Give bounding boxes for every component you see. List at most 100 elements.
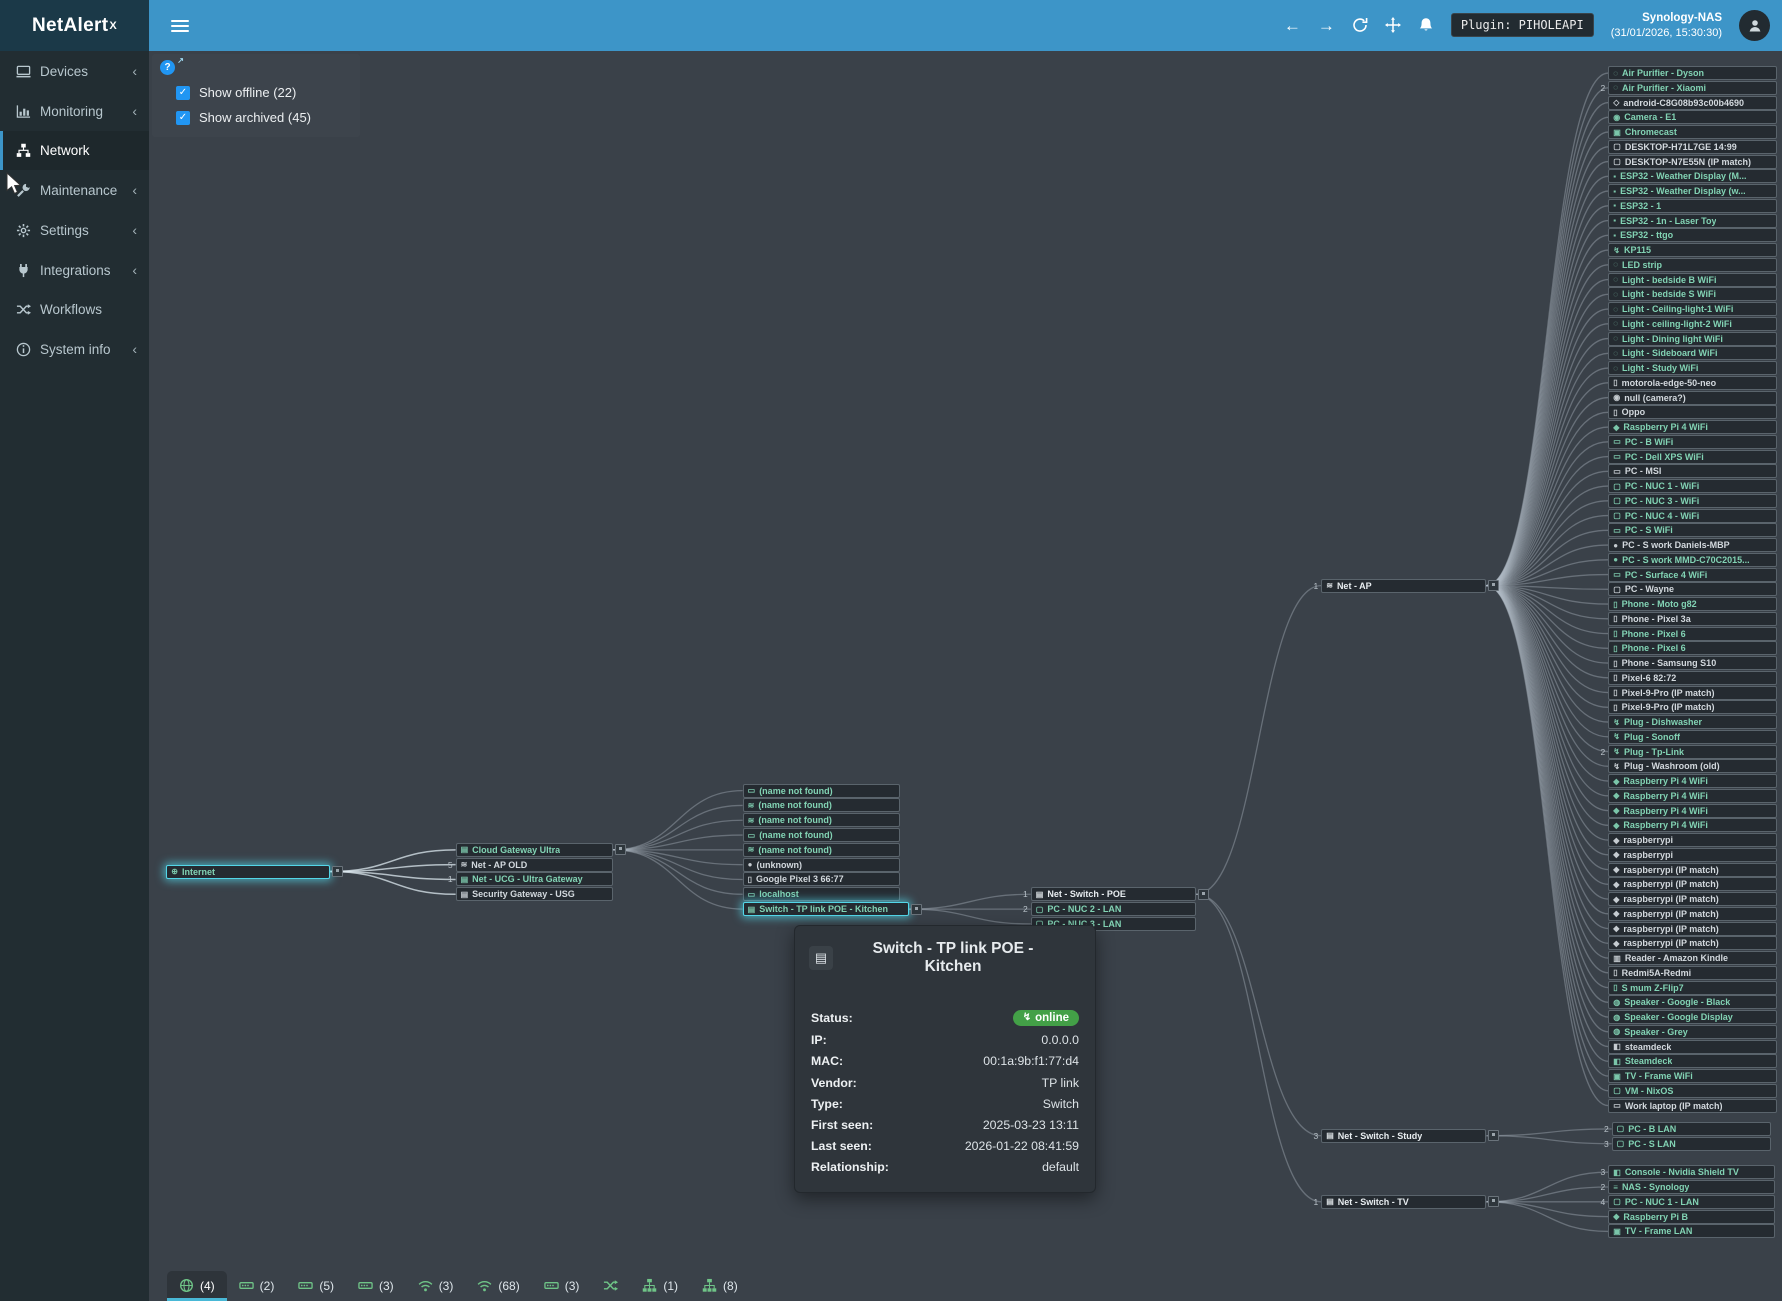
- graph-node-rc29[interactable]: ▢PC - NUC 3 - WiFi: [1608, 494, 1777, 508]
- view-tab-switch-3[interactable]: (3): [346, 1271, 406, 1301]
- graph-node-rc33[interactable]: ●PC - S work MMD-C70C2015...: [1608, 553, 1777, 567]
- graph-node-internet[interactable]: ⊕Internet: [166, 865, 330, 879]
- graph-node-rc56[interactable]: ◆raspberrypi (IP match): [1608, 892, 1777, 906]
- graph-node-rc49[interactable]: ◆Raspberry Pi 4 WiFi: [1608, 789, 1777, 803]
- graph-node-rc27[interactable]: ▭PC - MSI: [1608, 464, 1777, 478]
- graph-node-rc13[interactable]: ◌LED strip: [1608, 258, 1777, 272]
- back-arrow-icon[interactable]: ←: [1284, 17, 1301, 34]
- graph-node-sw-poe[interactable]: 1▤Net - Switch - POE: [1031, 887, 1196, 901]
- graph-node-rc41[interactable]: ▯Pixel-6 82:72: [1608, 671, 1777, 685]
- graph-node-nn3[interactable]: ≋(name not found): [743, 813, 900, 827]
- graph-node-cloud-gw[interactable]: ▤Cloud Gateway Ultra: [456, 843, 613, 857]
- view-tab-shuffle-7[interactable]: [591, 1271, 630, 1301]
- graph-node-rc23[interactable]: ▯Oppo: [1608, 405, 1777, 419]
- graph-node-rc59[interactable]: ◆raspberrypi (IP match): [1608, 936, 1777, 950]
- graph-node-rc37[interactable]: ▯Phone - Pixel 3a: [1608, 612, 1777, 626]
- graph-node-rc64[interactable]: ◍Speaker - Google Display: [1608, 1010, 1777, 1024]
- graph-node-rc52[interactable]: ◆raspberrypi: [1608, 833, 1777, 847]
- help-icon[interactable]: ?↗: [160, 60, 175, 75]
- graph-node-rc15[interactable]: ◌Light - bedside S WiFi: [1608, 287, 1777, 301]
- graph-node-rc18[interactable]: ◌Light - Dining light WiFi: [1608, 332, 1777, 346]
- sidebar-toggle-button[interactable]: [171, 20, 189, 32]
- graph-node-rc54[interactable]: ◆raspberrypi (IP match): [1608, 863, 1777, 877]
- graph-node-rc60[interactable]: ▥Reader - Amazon Kindle: [1608, 951, 1777, 965]
- graph-node-rc45[interactable]: ↯Plug - Sonoff: [1608, 730, 1777, 744]
- graph-node-rc25[interactable]: ▭PC - B WiFi: [1608, 435, 1777, 449]
- graph-node-rc50[interactable]: ◆Raspberry Pi 4 WiFi: [1608, 804, 1777, 818]
- view-tab-switch-1[interactable]: (2): [227, 1271, 287, 1301]
- graph-node-rc47[interactable]: ↯Plug - Washroom (old): [1608, 759, 1777, 773]
- graph-node-nas[interactable]: 2≡NAS - Synology: [1608, 1180, 1774, 1194]
- sidebar-item-network[interactable]: Network: [0, 131, 149, 170]
- graph-node-net-ap[interactable]: 1≋Net - AP: [1321, 579, 1486, 593]
- graph-node-rc43[interactable]: ▯Pixel-9-Pro (IP match): [1608, 700, 1777, 714]
- collapse-node-button[interactable]: [1198, 889, 1209, 900]
- graph-node-rc4[interactable]: ▣Chromecast: [1608, 125, 1777, 139]
- move-pan-icon[interactable]: [1385, 17, 1401, 33]
- graph-node-rc9[interactable]: ▪ESP32 - 1: [1608, 199, 1777, 213]
- graph-node-nn4[interactable]: ▭(name not found): [743, 828, 900, 842]
- collapse-node-button[interactable]: [1488, 1130, 1499, 1141]
- graph-node-nn2[interactable]: ≋(name not found): [743, 798, 900, 812]
- graph-node-rc16[interactable]: ◌Light - Ceiling-light-1 WiFi: [1608, 302, 1777, 316]
- graph-node-nn1[interactable]: ▭(name not found): [743, 784, 900, 798]
- graph-node-rc24[interactable]: ◆Raspberry Pi 4 WiFi: [1608, 420, 1777, 434]
- graph-node-rc35[interactable]: ▢PC - Wayne: [1608, 582, 1777, 596]
- graph-node-pc-b-lan[interactable]: 2▢PC - B LAN: [1612, 1122, 1771, 1136]
- graph-node-rc57[interactable]: ◆raspberrypi (IP match): [1608, 907, 1777, 921]
- collapse-node-button[interactable]: [332, 866, 343, 877]
- graph-node-console[interactable]: 3◧Console - Nvidia Shield TV: [1608, 1165, 1774, 1179]
- graph-node-rc40[interactable]: ▯Phone - Samsung S10: [1608, 656, 1777, 670]
- graph-node-nuc2[interactable]: 2▢PC - NUC 2 - LAN: [1031, 902, 1196, 916]
- collapse-node-button[interactable]: [1488, 1196, 1499, 1207]
- graph-node-rc39[interactable]: ▯Phone - Pixel 6: [1608, 641, 1777, 655]
- graph-node-rc68[interactable]: ▣TV - Frame WiFi: [1608, 1069, 1777, 1083]
- graph-node-rc67[interactable]: ◧Steamdeck: [1608, 1054, 1777, 1068]
- graph-node-rc8[interactable]: ▪ESP32 - Weather Display (w...: [1608, 184, 1777, 198]
- graph-node-usg[interactable]: ▤Security Gateway - USG: [456, 887, 613, 901]
- sidebar-item-integrations[interactable]: Integrations‹: [0, 250, 149, 290]
- graph-node-rc70[interactable]: ▭Work laptop (IP match): [1608, 1099, 1777, 1113]
- view-tab-switch-6[interactable]: (3): [532, 1271, 592, 1301]
- graph-node-rc3[interactable]: ◉Camera - E1: [1608, 110, 1777, 124]
- refresh-icon[interactable]: [1352, 17, 1368, 33]
- graph-node-rpi-b[interactable]: ◆Raspberry Pi B: [1608, 1210, 1774, 1224]
- graph-node-rc53[interactable]: ◆raspberrypi: [1608, 848, 1777, 862]
- graph-node-rc14[interactable]: ◌Light - bedside B WiFi: [1608, 273, 1777, 287]
- graph-node-rc31[interactable]: ▭PC - S WiFi: [1608, 523, 1777, 537]
- graph-node-rc46[interactable]: 2↯Plug - Tp-Link: [1608, 745, 1777, 759]
- graph-node-rc69[interactable]: ▢VM - NixOS: [1608, 1084, 1777, 1098]
- view-tab-sitemap-8[interactable]: (1): [630, 1271, 690, 1301]
- collapse-node-button[interactable]: [615, 844, 626, 855]
- graph-node-rc63[interactable]: ◍Speaker - Google - Black: [1608, 995, 1777, 1009]
- graph-node-nuc1-lan[interactable]: 4▢PC - NUC 1 - LAN: [1608, 1195, 1774, 1209]
- graph-node-rc19[interactable]: ◌Light - Sideboard WiFi: [1608, 346, 1777, 360]
- graph-node-rc58[interactable]: ◆raspberrypi (IP match): [1608, 922, 1777, 936]
- graph-node-pixel3[interactable]: ▯Google Pixel 3 66:77: [743, 872, 900, 886]
- graph-node-rc10[interactable]: ▪ESP32 - 1n - Laser Toy: [1608, 214, 1777, 228]
- graph-node-ucg[interactable]: 1▤Net - UCG - Ultra Gateway: [456, 872, 613, 886]
- graph-node-rc5[interactable]: ▢DESKTOP-H71L7GE 14:99: [1608, 140, 1777, 154]
- graph-node-rc2[interactable]: ◇android-C8G08b93c00b4690: [1608, 96, 1777, 110]
- graph-node-rc21[interactable]: ▯motorola-edge-50-neo: [1608, 376, 1777, 390]
- sidebar-item-workflows[interactable]: Workflows: [0, 290, 149, 329]
- sidebar-item-maintenance[interactable]: Maintenance‹: [0, 170, 149, 210]
- graph-node-rc48[interactable]: ◆Raspberry Pi 4 WiFi: [1608, 774, 1777, 788]
- graph-node-sw-study[interactable]: 3▤Net - Switch - Study: [1321, 1129, 1486, 1143]
- view-tab-globe-0[interactable]: (4): [167, 1271, 227, 1301]
- graph-node-rc66[interactable]: ◧steamdeck: [1608, 1040, 1777, 1054]
- graph-node-rc51[interactable]: ◆Raspberry Pi 4 WiFi: [1608, 818, 1777, 832]
- view-tab-sitemap-9[interactable]: (8): [690, 1271, 750, 1301]
- graph-node-rc65[interactable]: ◍Speaker - Grey: [1608, 1025, 1777, 1039]
- graph-node-tp-switch[interactable]: ▤Switch - TP link POE - Kitchen: [743, 902, 909, 916]
- graph-node-localhost[interactable]: ▭localhost: [743, 887, 900, 901]
- graph-node-rc6[interactable]: ▢DESKTOP-N7E55N (IP match): [1608, 155, 1777, 169]
- graph-node-rc12[interactable]: ↯KP115: [1608, 243, 1777, 257]
- app-logo[interactable]: NetAlertX: [0, 0, 149, 51]
- graph-node-rc22[interactable]: ◉null (camera?): [1608, 391, 1777, 405]
- graph-node-rc36[interactable]: ▯Phone - Moto g82: [1608, 597, 1777, 611]
- forward-arrow-icon[interactable]: →: [1318, 17, 1335, 34]
- view-tab-wifi-4[interactable]: (3): [406, 1271, 466, 1301]
- graph-node-rc11[interactable]: ▪ESP32 - ttgo: [1608, 228, 1777, 242]
- user-avatar[interactable]: [1739, 10, 1770, 41]
